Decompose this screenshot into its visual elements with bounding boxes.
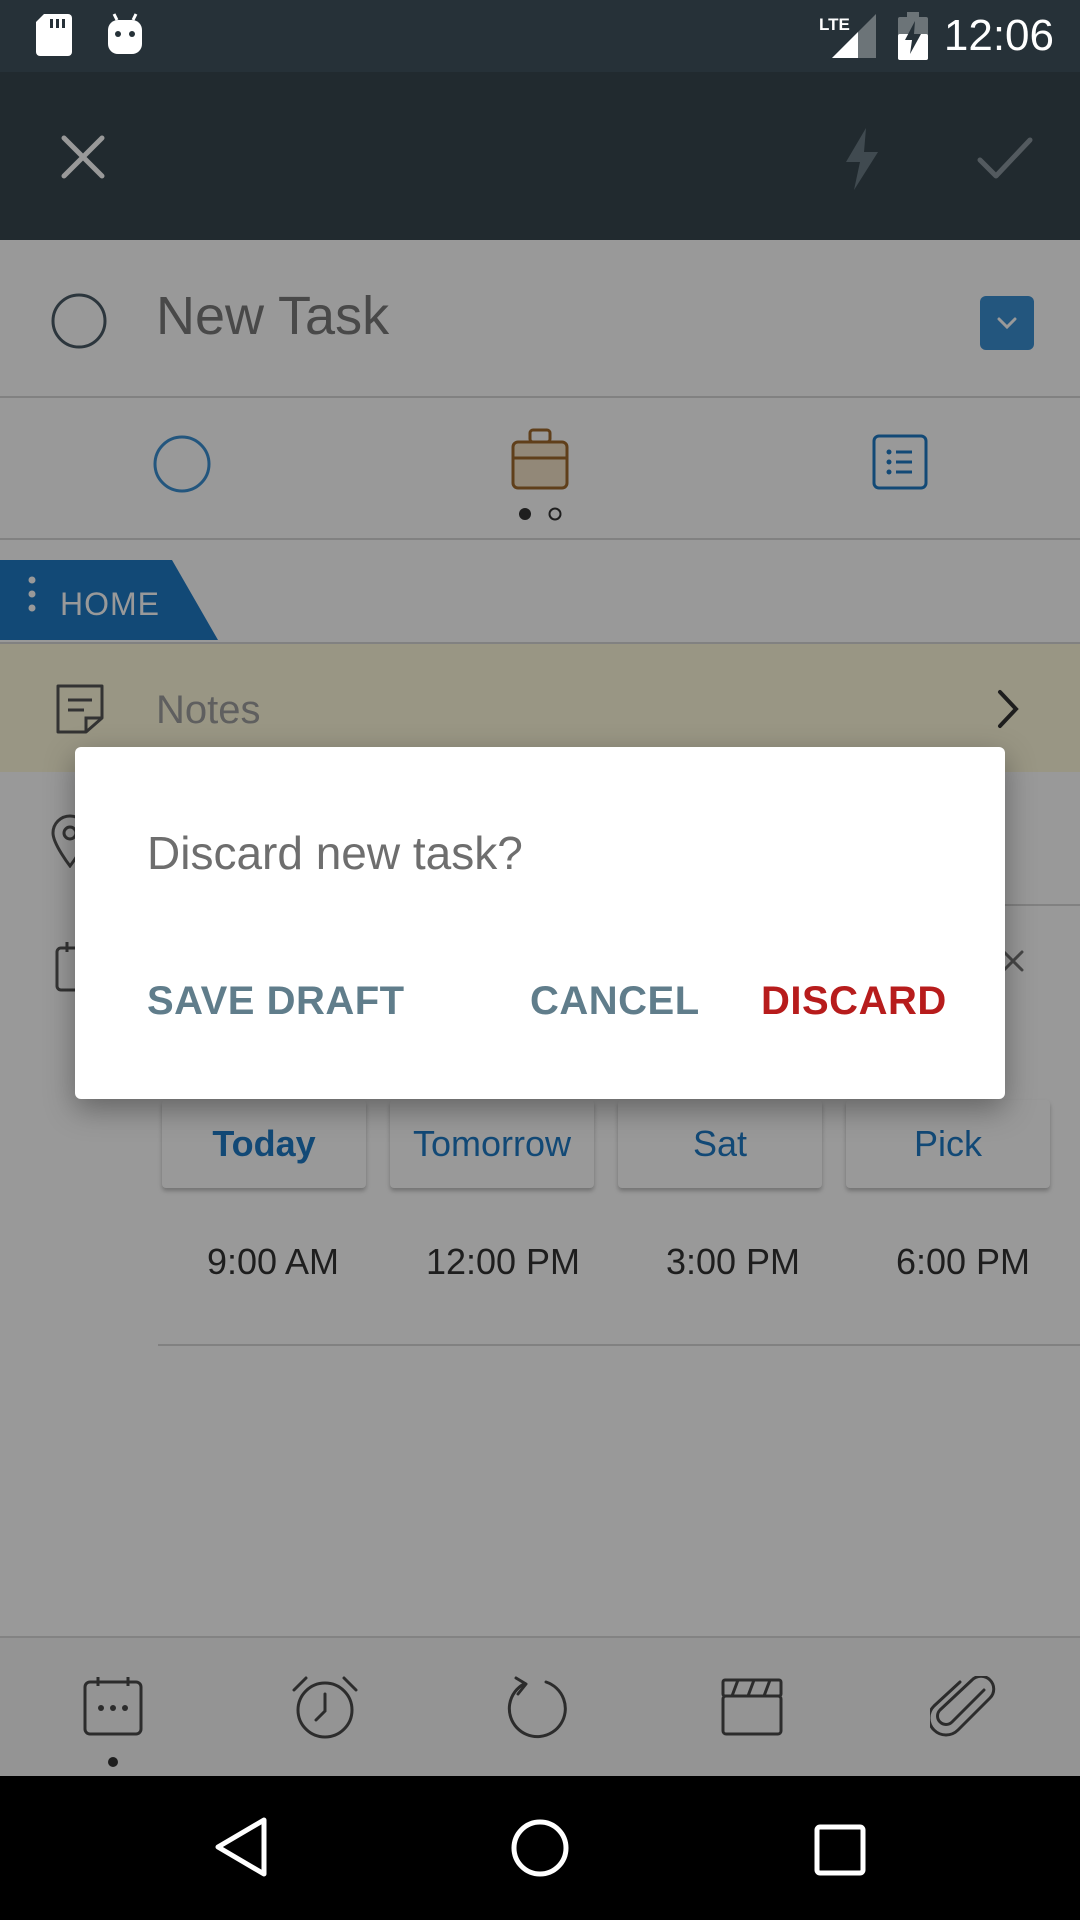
save-draft-button[interactable]: SAVE DRAFT — [147, 975, 405, 1027]
discard-dialog: Discard new task? SAVE DRAFT CANCEL DISC… — [75, 747, 1005, 1099]
discard-button[interactable]: DISCARD — [761, 975, 947, 1027]
android-icon — [106, 12, 144, 56]
recents-icon[interactable] — [814, 1824, 866, 1876]
lte-signal-icon: LTE — [818, 12, 876, 58]
dialog-title: Discard new task? — [147, 827, 523, 879]
status-time: 12:06 — [943, 11, 1054, 60]
sd-card-icon — [36, 14, 72, 56]
home-icon[interactable] — [510, 1818, 570, 1878]
battery-charging-icon — [898, 12, 928, 60]
svg-text:LTE: LTE — [819, 15, 850, 34]
status-bar: LTE 12:06 — [0, 0, 1080, 72]
back-icon[interactable] — [214, 1816, 268, 1878]
navigation-bar — [0, 1776, 1080, 1920]
cancel-button[interactable]: CANCEL — [530, 975, 700, 1027]
